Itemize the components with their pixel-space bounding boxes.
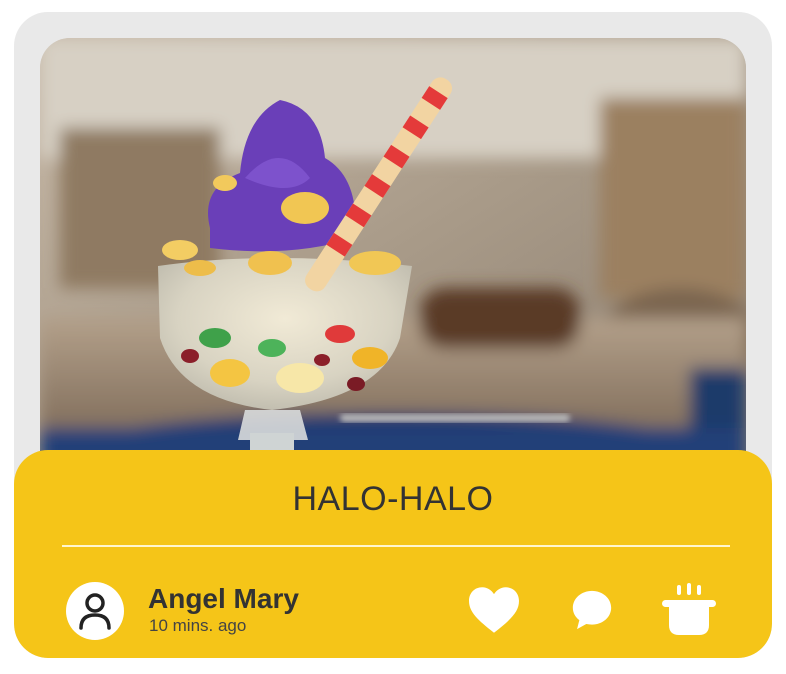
- user-icon: [79, 593, 111, 630]
- post-title: HALO-HALO: [292, 480, 494, 518]
- post-timestamp: 10 mins. ago: [149, 616, 247, 635]
- chat-bubble-icon: [572, 590, 612, 630]
- post-details-panel: HALO-HALO Angel Mary 10 mins. ago: [14, 450, 772, 658]
- food-photo[interactable]: [40, 38, 746, 478]
- like-button[interactable]: [464, 580, 524, 640]
- author-name[interactable]: Angel Mary: [148, 583, 299, 615]
- author-avatar[interactable]: [66, 582, 124, 640]
- halo-halo-image: [40, 38, 746, 478]
- cooking-pot-icon: [662, 583, 716, 635]
- comment-button[interactable]: [562, 580, 622, 640]
- cook-button[interactable]: [659, 580, 719, 640]
- post-card: HALO-HALO Angel Mary 10 mins. ago: [14, 12, 772, 658]
- heart-icon: [469, 587, 519, 633]
- divider: [62, 545, 730, 547]
